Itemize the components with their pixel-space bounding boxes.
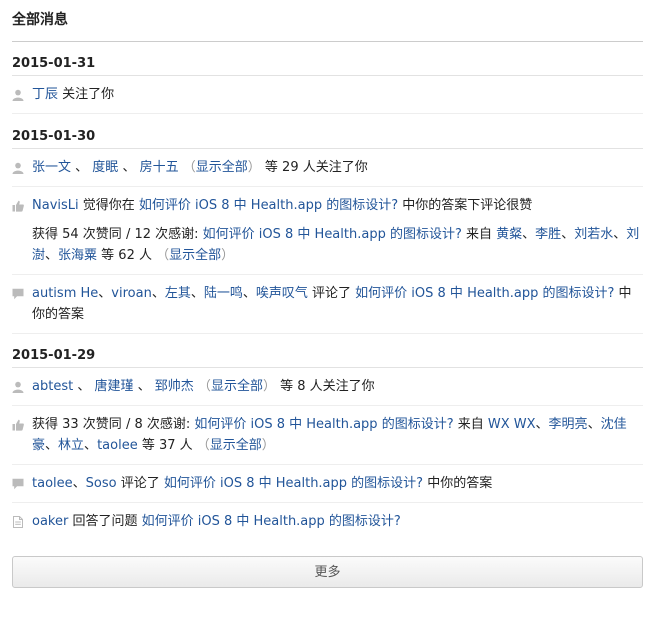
paren-open: （: [196, 438, 210, 453]
message-text: 觉得你在: [78, 198, 139, 213]
separator: 、: [45, 438, 59, 453]
show-all-link[interactable]: 显示全部: [196, 160, 248, 175]
user-link[interactable]: abtest: [32, 379, 73, 394]
user-link[interactable]: 李明亮: [549, 417, 588, 432]
user-link[interactable]: 林立: [58, 438, 84, 453]
user-link[interactable]: Soso: [86, 476, 117, 491]
message-text: 中你的答案下评论很赞: [398, 198, 533, 213]
message-text: 来自: [453, 417, 488, 432]
message-text: 回答了问题: [68, 514, 142, 529]
list-item: abtest 、 唐建瑾 、 郅帅杰 （显示全部） 等 8 人关注了你: [12, 368, 643, 406]
list-item: 丁辰 关注了你: [12, 76, 643, 114]
separator: 、: [118, 160, 136, 175]
message-text: 等 37 人: [137, 438, 197, 453]
separator: 、: [190, 286, 204, 301]
separator: 、: [71, 160, 89, 175]
message-text: 等 8 人关注了你: [275, 379, 375, 394]
user-link[interactable]: autism He: [32, 286, 98, 301]
paren-close: ）: [262, 379, 276, 394]
date-heading: 2015-01-29: [12, 345, 643, 368]
separator: 、: [72, 476, 86, 491]
comment-icon: [12, 478, 24, 490]
paren-close: ）: [221, 248, 235, 263]
list-item: 获得 54 次赞同 / 12 次感谢: 如何评价 iOS 8 中 Health.…: [12, 220, 643, 275]
user-link[interactable]: viroan: [111, 286, 152, 301]
message-text: 等 62 人: [97, 248, 157, 263]
question-link[interactable]: 如何评价 iOS 8 中 Health.app 的图标设计?: [139, 198, 398, 213]
user-link[interactable]: 左其: [165, 286, 191, 301]
list-item: 获得 33 次赞同 / 8 次感谢: 如何评价 iOS 8 中 Health.a…: [12, 406, 643, 465]
list-item: oaker 回答了问题 如何评价 iOS 8 中 Health.app 的图标设…: [12, 503, 643, 536]
user-link[interactable]: taolee: [32, 476, 73, 491]
separator: 、: [561, 227, 575, 242]
list-item: autism He、viroan、左其、陆一鸣、唉声叹气 评论了 如何评价 iO…: [12, 275, 643, 334]
paren-open: （: [197, 379, 211, 394]
message-text: 获得 54 次赞同 / 12 次感谢:: [32, 227, 203, 242]
question-link[interactable]: 如何评价 iOS 8 中 Health.app 的图标设计?: [194, 417, 453, 432]
list-item: taolee、Soso 评论了 如何评价 iOS 8 中 Health.app …: [12, 465, 643, 503]
date-heading: 2015-01-31: [12, 53, 643, 76]
user-link[interactable]: 唉声叹气: [256, 286, 308, 301]
paren-open: （: [156, 248, 170, 263]
separator: 、: [45, 248, 59, 263]
user-icon: [12, 89, 24, 101]
show-all-link[interactable]: 显示全部: [169, 248, 221, 263]
separator: 、: [133, 379, 151, 394]
separator: 、: [535, 417, 549, 432]
user-link[interactable]: 丁辰: [32, 87, 58, 102]
message-text: 等 29 人关注了你: [260, 160, 368, 175]
user-link[interactable]: 唐建瑾: [94, 379, 133, 394]
user-link[interactable]: oaker: [32, 514, 68, 529]
user-link[interactable]: 郅帅杰: [155, 379, 194, 394]
message-text: 中你的答案: [423, 476, 493, 491]
separator: 、: [587, 417, 601, 432]
comment-icon: [12, 288, 24, 300]
date-heading: 2015-01-30: [12, 126, 643, 149]
messages-panel: 全部消息 2015-01-31 丁辰 关注了你 2015-01-30 张一文 、…: [12, 0, 643, 588]
show-all-link[interactable]: 显示全部: [211, 379, 263, 394]
separator: 、: [151, 286, 165, 301]
message-text: 评论了: [116, 476, 164, 491]
message-text: 获得 33 次赞同 / 8 次感谢:: [32, 417, 195, 432]
user-link[interactable]: 度眠: [92, 160, 118, 175]
list-item: 张一文 、 度眠 、 房十五 （显示全部） 等 29 人关注了你: [12, 149, 643, 187]
question-link[interactable]: 如何评价 iOS 8 中 Health.app 的图标设计?: [142, 514, 401, 529]
user-link[interactable]: 张海粟: [58, 248, 97, 263]
user-link[interactable]: NavisLi: [32, 198, 79, 213]
user-link[interactable]: 黄粲: [496, 227, 522, 242]
user-link[interactable]: WX WX: [488, 417, 536, 432]
show-all-link[interactable]: 显示全部: [210, 438, 262, 453]
user-link[interactable]: 李胜: [535, 227, 561, 242]
question-link[interactable]: 如何评价 iOS 8 中 Health.app 的图标设计?: [164, 476, 423, 491]
page-title: 全部消息: [12, 0, 643, 42]
list-item: NavisLi 觉得你在 如何评价 iOS 8 中 Health.app 的图标…: [12, 187, 643, 220]
question-link[interactable]: 如何评价 iOS 8 中 Health.app 的图标设计?: [355, 286, 614, 301]
user-icon: [12, 162, 24, 174]
separator: 、: [84, 438, 98, 453]
separator: 、: [73, 379, 91, 394]
separator: 、: [522, 227, 536, 242]
paren-close: ）: [261, 438, 275, 453]
user-link[interactable]: 陆一鸣: [204, 286, 243, 301]
separator: 、: [613, 227, 627, 242]
document-icon: [13, 516, 23, 528]
thumbs-up-icon: [12, 200, 24, 212]
message-text: 评论了: [307, 286, 356, 301]
user-link[interactable]: 刘若水: [574, 227, 613, 242]
thumbs-up-icon: [12, 419, 24, 431]
separator: 、: [242, 286, 256, 301]
separator: 、: [98, 286, 112, 301]
paren-close: ）: [247, 160, 261, 175]
message-text: 来自: [461, 227, 497, 242]
user-link[interactable]: 房十五: [140, 160, 179, 175]
user-link[interactable]: 张一文: [32, 160, 71, 175]
user-icon: [12, 381, 24, 393]
more-button[interactable]: 更多: [12, 556, 643, 588]
message-text: 关注了你: [58, 87, 115, 102]
paren-open: （: [182, 160, 196, 175]
user-link[interactable]: taolee: [97, 438, 138, 453]
question-link[interactable]: 如何评价 iOS 8 中 Health.app 的图标设计?: [203, 227, 462, 242]
